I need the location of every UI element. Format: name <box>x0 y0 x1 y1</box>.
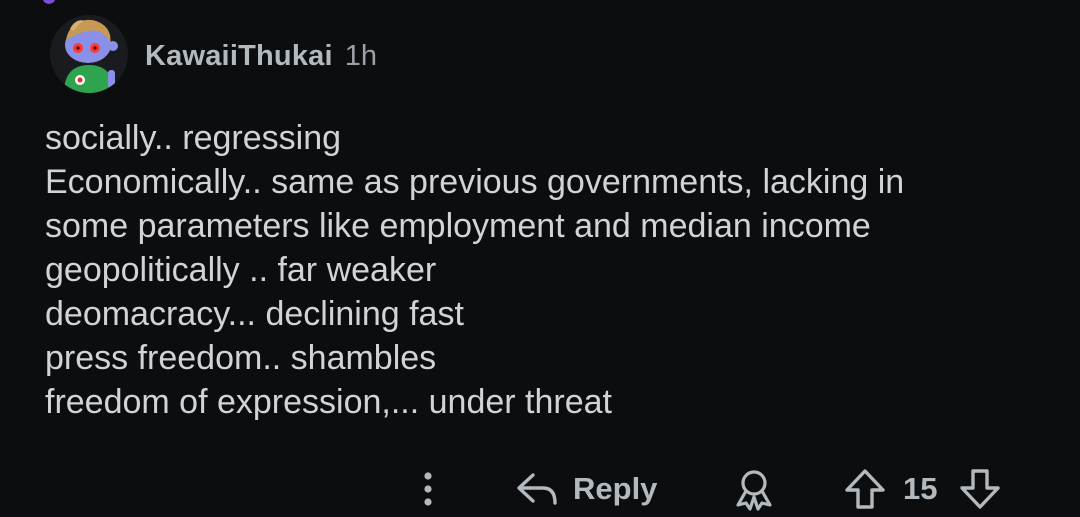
downvote-button[interactable] <box>958 462 1002 516</box>
award-button[interactable] <box>733 462 775 516</box>
comment-header: KawaiiThukai 1h <box>145 36 377 76</box>
comment-body-line: freedom of expression,... under threat <box>45 383 612 421</box>
award-ribbon-icon <box>733 467 775 511</box>
reply-label: Reply <box>573 471 658 506</box>
timestamp: 1h <box>344 39 377 72</box>
comment-action-bar: Reply 15 <box>0 462 1080 516</box>
avatar[interactable] <box>50 15 128 93</box>
reply-arrow-icon <box>515 471 559 507</box>
comment-body-line: socially.. regressing <box>45 119 342 157</box>
down-arrow-icon <box>958 468 1002 510</box>
more-options-button[interactable] <box>414 462 442 516</box>
vote-score: 15 <box>903 471 938 506</box>
upvote-button[interactable] <box>843 462 887 516</box>
vertical-dots-icon <box>423 472 433 506</box>
comment-body-line: Economically.. same as previous governme… <box>45 163 905 201</box>
up-arrow-icon <box>843 468 887 510</box>
reply-button[interactable]: Reply <box>515 462 657 516</box>
comment-body-line: geopolitically .. far weaker <box>45 251 437 289</box>
comment-body: socially.. regressing Economically.. sam… <box>45 116 1045 424</box>
thread-indicator <box>43 0 55 4</box>
comment-body-line: deomacracy... declining fast <box>45 295 464 333</box>
username[interactable]: KawaiiThukai <box>145 40 333 73</box>
comment: KawaiiThukai 1h socially.. regressing Ec… <box>0 0 1080 517</box>
comment-body-line: some parameters like employment and medi… <box>45 207 871 245</box>
comment-body-line: press freedom.. shambles <box>45 339 437 377</box>
